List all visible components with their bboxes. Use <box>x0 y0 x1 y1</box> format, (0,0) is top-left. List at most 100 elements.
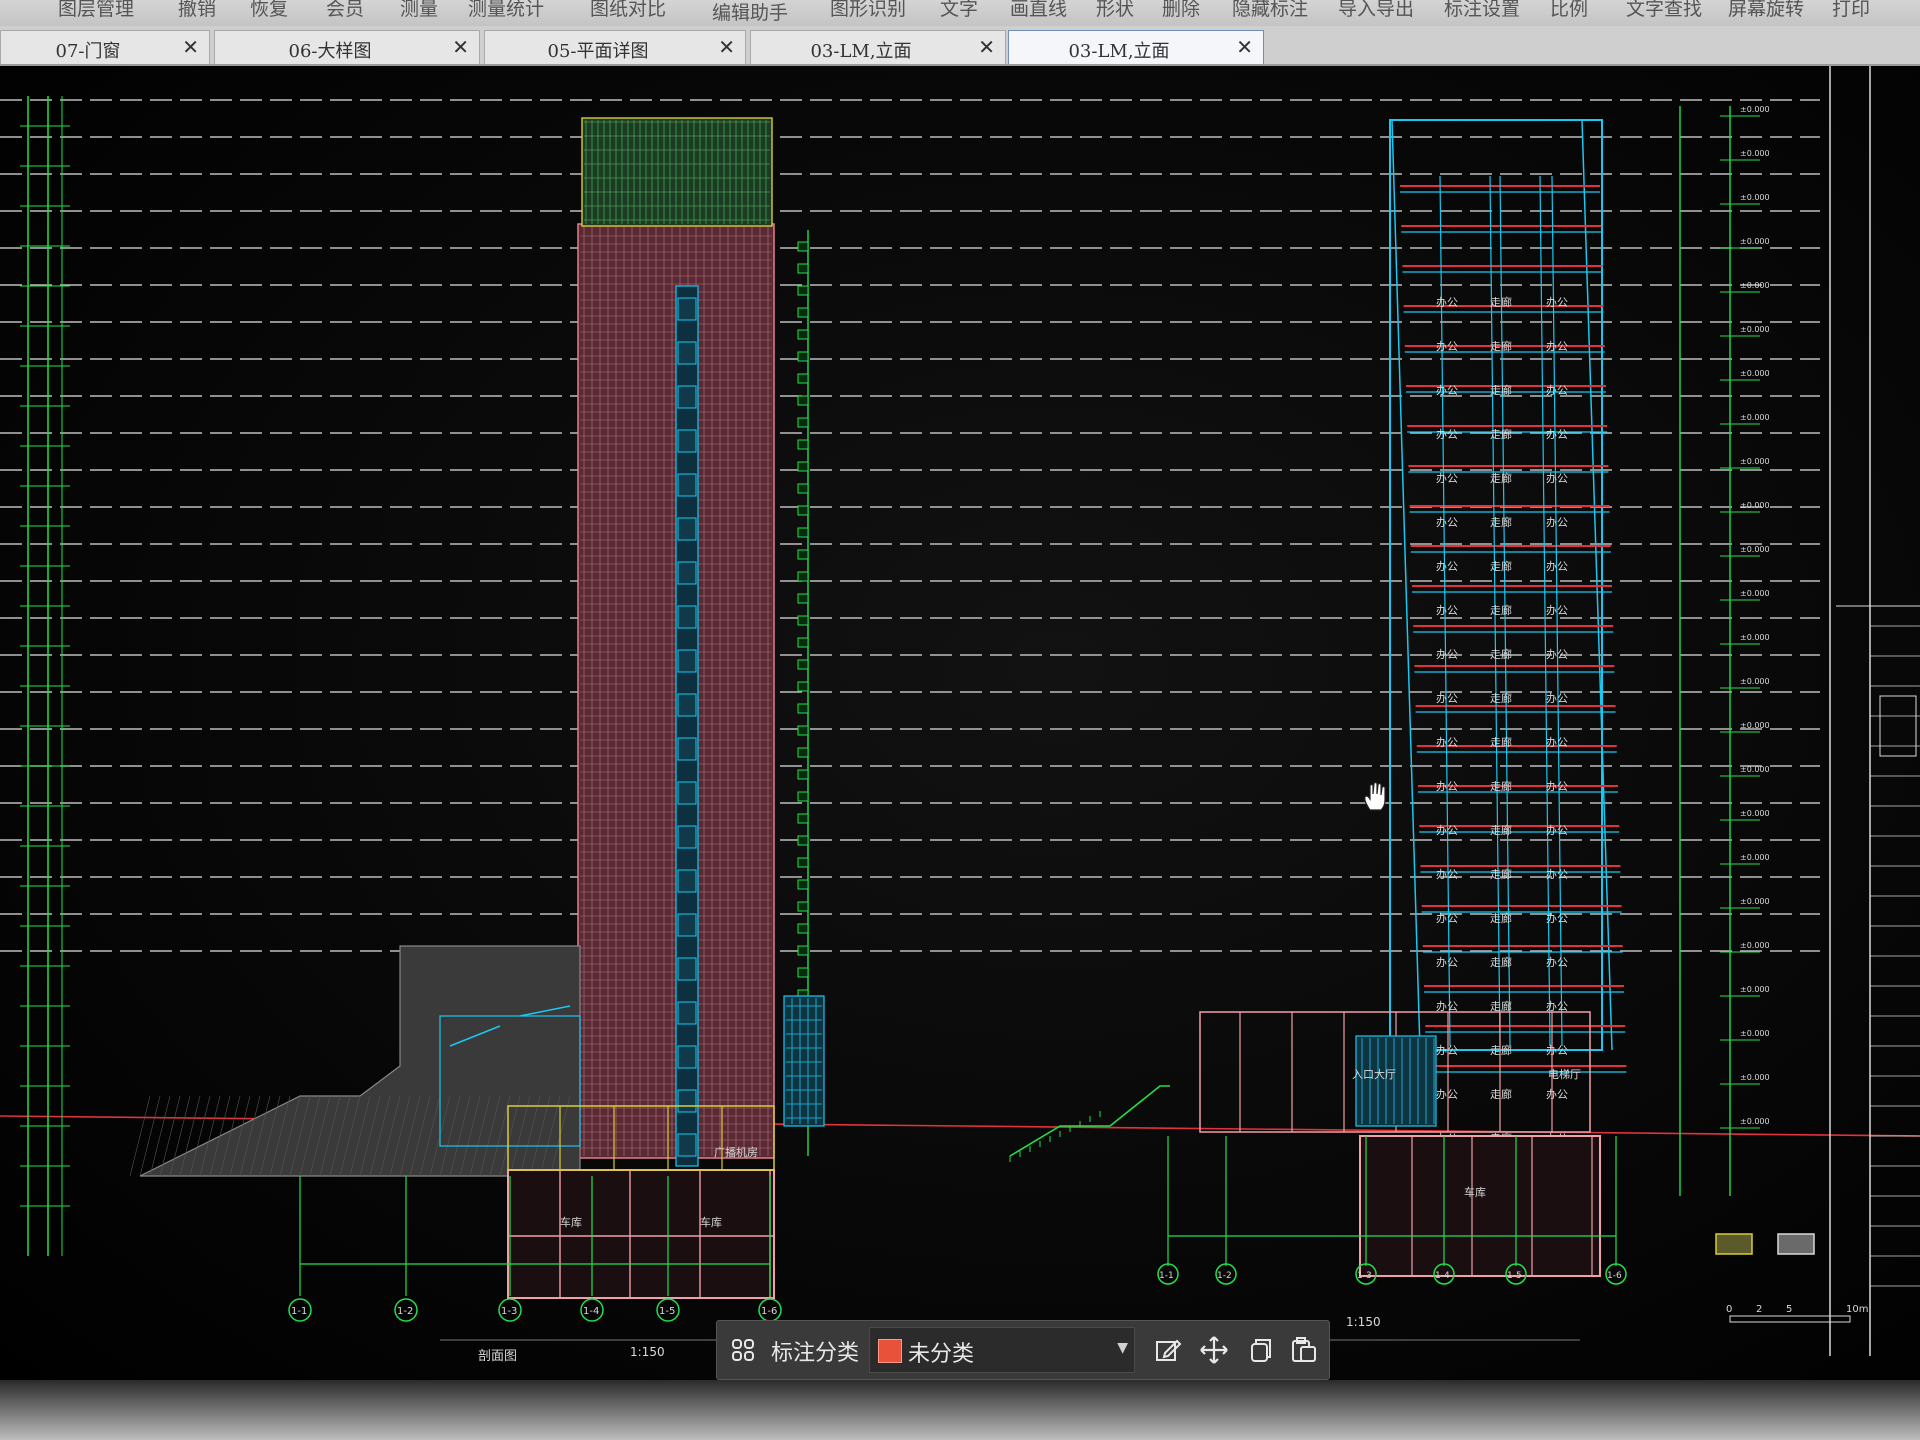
room-label: 办公 <box>1436 648 1458 661</box>
room-label: 走廊 <box>1490 955 1512 969</box>
axis-bubble-label: 1-4 <box>1435 1271 1450 1281</box>
axis-bubble-label: 1-5 <box>1507 1271 1522 1281</box>
room-label: 办公 <box>1436 1044 1458 1057</box>
tab-07-doors-windows[interactable]: 07-门窗 ✕ <box>0 30 210 64</box>
menu-item[interactable]: 删除 <box>1162 0 1200 21</box>
room-label: 办公 <box>1436 1000 1458 1013</box>
elevation-text: ±0.000 <box>1740 809 1770 818</box>
copy-icon[interactable] <box>1243 1333 1277 1367</box>
room-label: 车库 <box>700 1215 722 1229</box>
document-tab-bar: 07-门窗 ✕ 06-大样图 ✕ 05-平面详图 ✕ 03-LM,立面 ✕ 03… <box>0 26 1920 66</box>
elevation-text: ±0.000 <box>1740 369 1770 378</box>
menu-item[interactable]: 测量统计 <box>468 0 544 21</box>
close-icon[interactable]: ✕ <box>1236 35 1253 59</box>
window <box>677 1089 697 1113</box>
menu-item[interactable]: 恢复 <box>250 0 288 21</box>
dimension-tick <box>797 703 809 714</box>
room-label: 走廊 <box>1490 295 1512 309</box>
axis-bubble-label: 1-1 <box>291 1306 307 1317</box>
legend-swatch <box>1715 1233 1753 1255</box>
window <box>677 693 697 717</box>
close-icon[interactable]: ✕ <box>978 35 995 59</box>
dimension-tick <box>797 571 809 582</box>
elevation-text: ±0.000 <box>1740 1117 1770 1126</box>
category-grid-icon[interactable] <box>731 1338 755 1362</box>
window <box>677 649 697 673</box>
menu-item[interactable]: 形状 <box>1096 0 1134 21</box>
menu-item[interactable]: 测量 <box>400 0 438 21</box>
room-label: 办公 <box>1546 912 1568 925</box>
edit-icon[interactable] <box>1151 1333 1185 1367</box>
close-icon[interactable]: ✕ <box>452 35 469 59</box>
dimension-tick <box>797 285 809 296</box>
dimension-tick <box>797 241 809 252</box>
menu-item[interactable]: 屏幕旋转 <box>1728 0 1804 21</box>
hand-cursor-icon <box>1364 781 1386 811</box>
menu-item[interactable]: 图纸对比 <box>590 0 666 21</box>
menu-item[interactable]: 会员 <box>326 0 364 21</box>
room-label: 办公 <box>1546 560 1568 573</box>
tab-03-elevation-active[interactable]: 03-LM,立面 ✕ <box>1008 30 1264 64</box>
paste-icon[interactable] <box>1287 1333 1321 1367</box>
room-label: 办公 <box>1436 912 1458 925</box>
window <box>677 473 697 497</box>
menu-item[interactable]: 打印 <box>1832 0 1870 21</box>
room-label: 走廊 <box>1490 735 1512 749</box>
dimension-tick <box>797 373 809 384</box>
scale-bar-tick: 10m <box>1846 1304 1868 1315</box>
room-label: 走廊 <box>1490 471 1512 485</box>
room-label: 入口大厅 <box>1352 1067 1396 1081</box>
dimension-tick <box>797 813 809 824</box>
dimension-tick <box>797 967 809 978</box>
category-select[interactable]: 未分类 ▼ <box>869 1327 1135 1373</box>
room-label: 办公 <box>1546 296 1568 309</box>
room-label: 走廊 <box>1490 823 1512 837</box>
window <box>677 1133 697 1157</box>
dimension-tick <box>797 791 809 802</box>
close-icon[interactable]: ✕ <box>182 35 199 59</box>
window <box>677 429 697 453</box>
axis-bubble-label: 1-5 <box>659 1306 675 1317</box>
tower-crown <box>581 117 773 227</box>
scale-text: 1:150 <box>630 1345 665 1359</box>
elevation-text: ±0.000 <box>1740 325 1770 334</box>
drawing-title: 剖面图 <box>478 1349 517 1364</box>
room-label: 走廊 <box>1490 383 1512 397</box>
scale-bar-tick: 2 <box>1756 1304 1762 1315</box>
tab-03-elevation[interactable]: 03-LM,立面 ✕ <box>750 30 1006 64</box>
legend-swatch <box>1777 1233 1815 1255</box>
menu-item[interactable]: 画直线 <box>1010 0 1067 21</box>
axis-bubble-label: 1-6 <box>761 1306 777 1317</box>
tab-05-plan-details[interactable]: 05-平面详图 ✕ <box>484 30 746 64</box>
room-label: 走廊 <box>1490 691 1512 705</box>
elevation-text: ±0.000 <box>1740 149 1770 158</box>
menu-item[interactable]: 标注设置 <box>1444 0 1520 21</box>
window <box>677 1001 697 1025</box>
menu-item[interactable]: 图层管理 <box>58 0 134 21</box>
dimension-tick <box>797 395 809 406</box>
room-label: 办公 <box>1546 1000 1568 1013</box>
menu-item[interactable]: 文字 <box>940 0 978 21</box>
room-label: 办公 <box>1436 780 1458 793</box>
dimension-tick <box>797 505 809 516</box>
menu-item[interactable]: 图形识别 <box>830 0 906 21</box>
menu-item[interactable]: 编辑助手 <box>712 0 788 25</box>
menu-item[interactable]: 隐藏标注 <box>1232 0 1308 21</box>
move-icon[interactable] <box>1197 1333 1231 1367</box>
room-label: 办公 <box>1436 296 1458 309</box>
menu-item[interactable]: 比例 <box>1550 0 1588 21</box>
window <box>677 517 697 541</box>
room-label: 车库 <box>560 1215 582 1229</box>
chevron-down-icon: ▼ <box>1117 1340 1128 1356</box>
dimension-tick <box>797 659 809 670</box>
menu-item[interactable]: 撤销 <box>178 0 216 21</box>
tab-06-details[interactable]: 06-大样图 ✕ <box>214 30 480 64</box>
podium-hatch <box>129 1095 151 1177</box>
window <box>677 605 697 629</box>
podium-ramp <box>139 945 581 1177</box>
close-icon[interactable]: ✕ <box>718 35 735 59</box>
menu-item[interactable]: 文字查找 <box>1626 0 1702 21</box>
axis-bubble-label: 1-6 <box>1607 1271 1622 1281</box>
menu-item[interactable]: 导入导出 <box>1338 0 1414 21</box>
cad-drawing-canvas[interactable]: 1-1 1-2 1-3 1-4 1-5 1-6 办公 走廊 办公 办公 走廊 办公 办公 走廊 办公 办公 走廊… <box>0 66 1920 1396</box>
